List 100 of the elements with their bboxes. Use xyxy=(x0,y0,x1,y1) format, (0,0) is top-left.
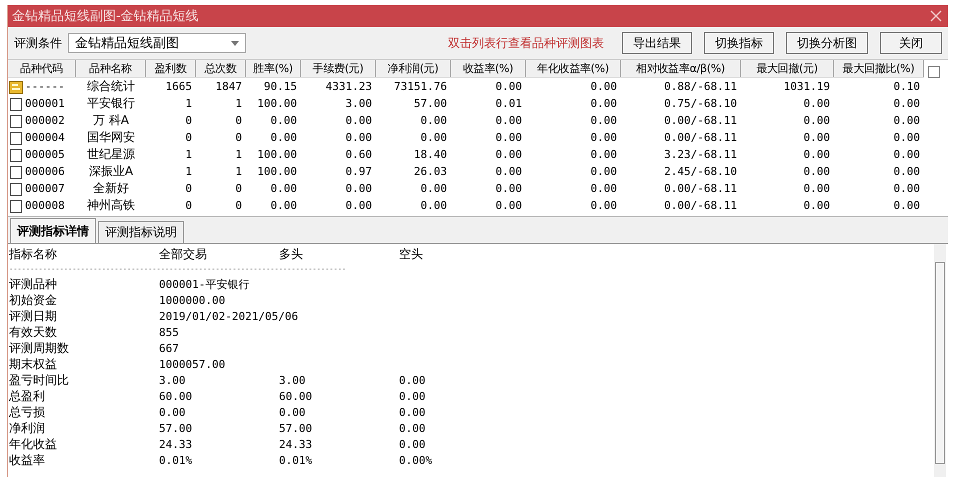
table-cell: 0.00 xyxy=(590,131,617,144)
table-cell: 000004 xyxy=(25,131,65,144)
detail-cell: 评测周期数 xyxy=(9,340,69,354)
column-header[interactable]: 品种名称 xyxy=(76,60,146,77)
table-cell: 18.40 xyxy=(414,148,447,161)
table-cell: 0.00 xyxy=(496,148,522,161)
table-cell: 4331.23 xyxy=(326,80,372,93)
column-header[interactable]: 净利润(元) xyxy=(376,60,451,77)
table-cell: 0.00 xyxy=(590,182,617,195)
detail-cell: 总盈利 xyxy=(9,388,45,402)
table-cell: 0.00 xyxy=(894,148,920,161)
tab[interactable]: 评测指标说明 xyxy=(98,221,184,243)
caret-icon xyxy=(231,40,239,46)
table-cell: 0 xyxy=(185,114,192,127)
table-cell: 100.00 xyxy=(257,148,297,161)
table-cell: 0.00 xyxy=(804,131,830,144)
table-cell: 73151.76 xyxy=(394,80,447,93)
detail-cell: 盈亏时间比 xyxy=(9,372,69,386)
table-cell: 0.00 xyxy=(590,199,617,212)
table-cell: 0.00 xyxy=(590,148,617,161)
table-cell: 100.00 xyxy=(257,97,297,110)
column-header: 全部交易 xyxy=(159,246,208,262)
table-cell: 平安银行 xyxy=(87,96,135,110)
table-cell: 0.00 xyxy=(894,165,920,178)
detail-cell: 2019/01/02-2021/05/06 xyxy=(159,310,298,323)
detail-cell: 3.00 xyxy=(279,374,306,387)
column-header[interactable]: 年化收益率(%) xyxy=(526,60,621,77)
table-cell: 0.00/-68.11 xyxy=(664,199,737,212)
table-cell: 0 xyxy=(185,182,192,195)
table-cell: 0.00 xyxy=(496,182,522,195)
table-cell: 世纪星源 xyxy=(87,147,135,161)
table-cell: 0.00 xyxy=(804,182,830,195)
table-cell: 全新好 xyxy=(93,181,129,195)
detail-cell: 855 xyxy=(159,326,179,339)
table-cell: 0.01 xyxy=(496,97,522,110)
toolbar-button[interactable]: 切换分析图 xyxy=(786,32,868,54)
table-cell: 0.97 xyxy=(346,165,372,178)
column-header[interactable]: 品种代码 xyxy=(8,60,76,77)
table-cell: 0.00 xyxy=(270,182,297,195)
table-cell: 000005 xyxy=(25,148,65,161)
table-cell: 0.00 xyxy=(804,165,830,178)
detail-cell: 0.00 xyxy=(399,406,426,419)
column-header: 指标名称 xyxy=(9,246,58,262)
column-header[interactable]: 总次数 xyxy=(196,60,246,77)
column-header: 空头 xyxy=(399,246,424,262)
column-header: 多头 xyxy=(279,246,304,262)
table-cell: 0.88/-68.11 xyxy=(664,80,737,93)
table-cell: 0.00 xyxy=(590,97,617,110)
scroll-thumb[interactable] xyxy=(935,262,945,464)
table-cell: 1 xyxy=(185,97,192,110)
detail-cell: 60.00 xyxy=(159,390,192,403)
column-header[interactable]: 胜率(%) xyxy=(246,60,301,77)
table-cell: 0.00 xyxy=(894,131,920,144)
table-cell: 0.00 xyxy=(894,97,920,110)
table-cell: 000001 xyxy=(25,97,65,110)
table-cell: 0.10 xyxy=(894,80,920,93)
table-cell: 0 xyxy=(235,131,242,144)
table-cell: 0.00 xyxy=(804,199,830,212)
detail-cell: 1000057.00 xyxy=(159,358,226,371)
table-cell: 0.00 xyxy=(346,114,372,127)
table-cell: 神州高铁 xyxy=(87,198,135,212)
table-cell: 0.00 xyxy=(270,131,297,144)
column-header[interactable]: 手续费(元) xyxy=(301,60,376,77)
checkbox[interactable] xyxy=(928,66,940,78)
hint-text: 双击列表行查看品种评测图表 xyxy=(448,34,604,52)
table-cell: 0.00 xyxy=(894,182,920,195)
detail-cell: 24.33 xyxy=(159,438,192,451)
column-header[interactable]: 相对收益率α/β(%) xyxy=(621,60,741,77)
column-header[interactable]: 最大回撤(元) xyxy=(741,60,834,77)
table-cell: 0 xyxy=(235,182,242,195)
table-cell: ------ xyxy=(25,80,65,93)
detail-cell: 0.01% xyxy=(279,454,312,467)
table-cell: 1665 xyxy=(166,80,192,93)
detail-cell: 初始资金 xyxy=(9,292,57,306)
table-cell: 国华网安 xyxy=(87,130,135,144)
table-cell: 2.45/-68.10 xyxy=(664,165,737,178)
toolbar-button[interactable]: 关闭 xyxy=(880,32,942,54)
table-cell: 0.00 xyxy=(894,114,920,127)
close-icon[interactable] xyxy=(930,10,942,22)
table-cell: 000006 xyxy=(25,165,65,178)
table-cell: 0.00 xyxy=(496,114,522,127)
detail-cell: 24.33 xyxy=(279,438,312,451)
table-cell: 3.00 xyxy=(346,97,372,110)
detail-cell: 3.00 xyxy=(159,374,186,387)
column-header[interactable]: 收益率(%) xyxy=(451,60,526,77)
table-cell: 0.00 xyxy=(346,199,372,212)
toolbar-button[interactable]: 导出结果 xyxy=(622,32,692,54)
tab[interactable]: 评测指标详情 xyxy=(10,218,96,243)
table-cell: 0.00/-68.11 xyxy=(664,182,737,195)
condition-dropdown[interactable]: 金钻精品短线副图 xyxy=(68,33,246,53)
column-header[interactable]: 最大回撤比(%) xyxy=(834,60,924,77)
table-cell: 0 xyxy=(185,131,192,144)
scrollbar[interactable] xyxy=(934,244,946,477)
column-header[interactable]: 盈利数 xyxy=(146,60,196,77)
toolbar-button[interactable]: 切换指标 xyxy=(704,32,774,54)
table-cell: 0.00 xyxy=(420,199,447,212)
table-cell: 0.00 xyxy=(804,148,830,161)
table-cell: 1 xyxy=(235,165,242,178)
table-cell: 000007 xyxy=(25,182,65,195)
condition-label: 评测条件 xyxy=(14,34,62,52)
